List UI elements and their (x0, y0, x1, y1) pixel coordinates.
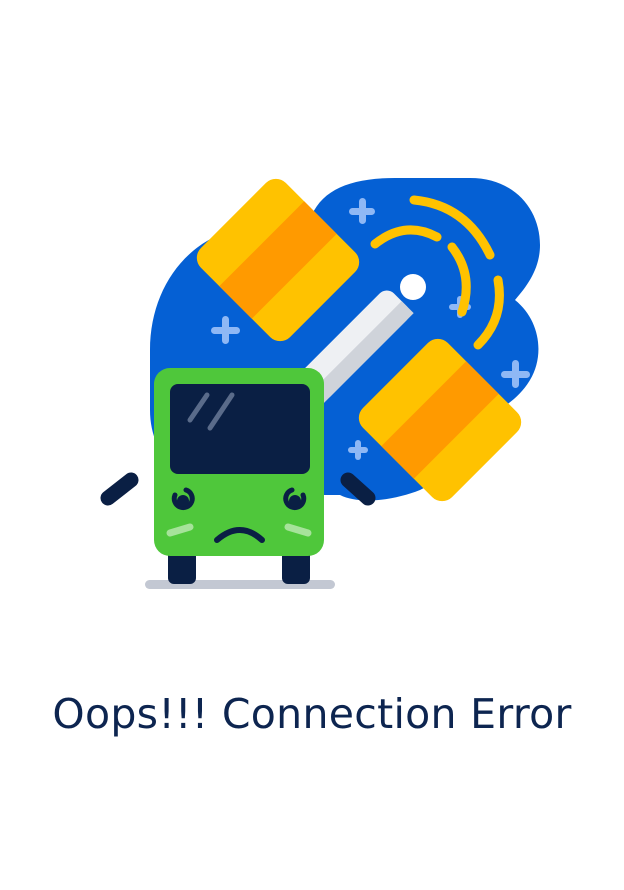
connection-error-illustration (100, 178, 540, 589)
connection-error-screen: Oops!!! Connection Error (0, 0, 624, 890)
error-title: Oops!!! Connection Error (52, 690, 572, 738)
